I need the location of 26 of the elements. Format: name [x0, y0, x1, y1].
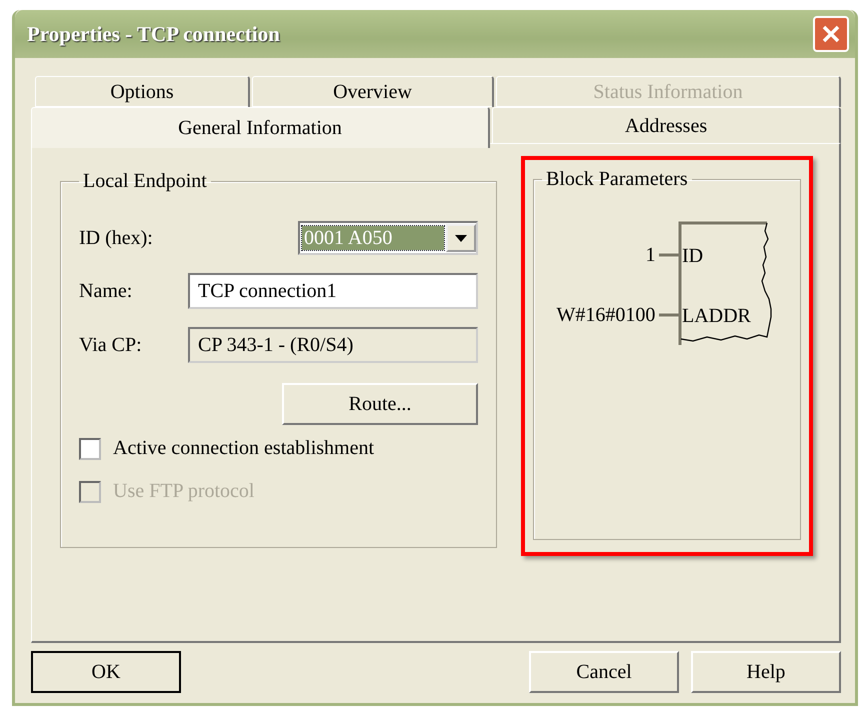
tab[interactable]: Addresses [492, 107, 841, 144]
dropdown-button[interactable] [446, 224, 476, 252]
checkbox-label: Active connection establishment [113, 437, 374, 460]
dialog-button[interactable]: OK [31, 651, 181, 693]
dialog-button[interactable]: Cancel [529, 651, 679, 693]
field-label: Via CP: [79, 334, 142, 356]
route-button[interactable]: Route... [282, 383, 478, 425]
function-block-drawing: ID LADDR [655, 221, 778, 347]
group-title: Local Endpoint [82, 170, 208, 193]
field-label: ID (hex): [79, 226, 153, 250]
field-label: Name: [79, 280, 132, 302]
close-button[interactable] [813, 16, 849, 52]
tab[interactable]: Overview [252, 76, 494, 107]
window-title: Properties - TCP connection [27, 22, 280, 46]
tab[interactable]: Options [35, 76, 250, 107]
pin-value: W#16#0100 [556, 303, 656, 327]
via-cp-field[interactable]: CP 343-1 - (R0/S4) [188, 327, 478, 363]
tab[interactable]: General Information [31, 107, 490, 148]
dialog-button[interactable]: Help [691, 651, 841, 693]
checkbox[interactable] [79, 438, 101, 460]
close-icon [821, 24, 841, 44]
group-title: Block Parameters [545, 168, 689, 191]
name-field[interactable]: TCP connection1 [188, 273, 478, 309]
pin-value: 1 [645, 243, 656, 267]
checkbox-label: Use FTP protocol [113, 480, 254, 503]
caret-icon [455, 234, 467, 242]
